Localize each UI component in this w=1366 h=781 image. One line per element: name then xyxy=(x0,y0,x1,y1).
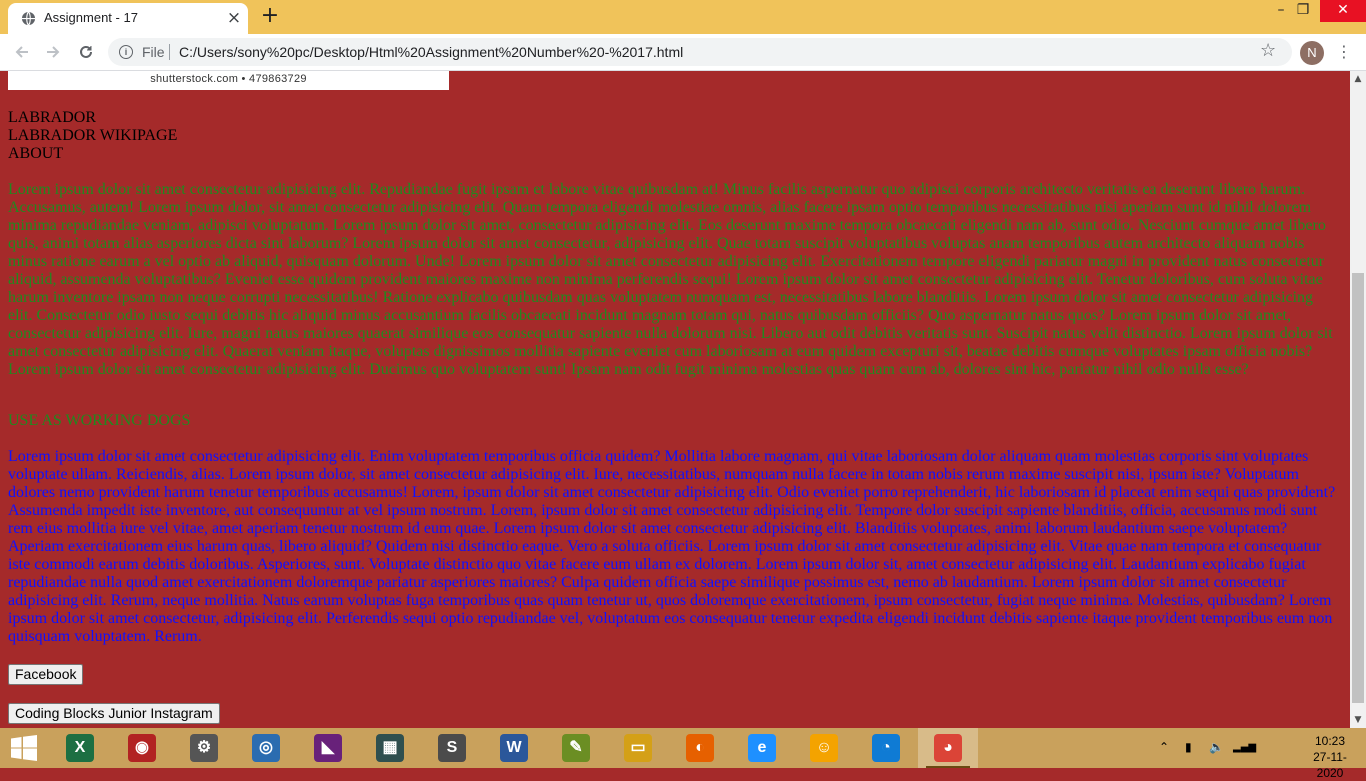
reload-icon xyxy=(80,45,92,58)
taskbar-app[interactable]: W xyxy=(484,728,544,768)
paint-icon: ✎ xyxy=(562,734,590,762)
star-icon[interactable]: ☆ xyxy=(1260,40,1276,61)
volume-icon[interactable]: 🔈 xyxy=(1209,740,1224,754)
taskbar-app[interactable]: ⚙ xyxy=(174,728,234,768)
tab-close-icon[interactable]: × xyxy=(224,8,244,28)
maximize-button[interactable]: ❐ xyxy=(1281,0,1325,22)
page-content: LABRADOR LABRADOR WIKIPAGE ABOUT Lorem i… xyxy=(8,109,1338,724)
taskbar-app[interactable]: X xyxy=(50,728,110,768)
browser-toolbar: i File C:/Users/sony%20pc/Desktop/Html%2… xyxy=(0,34,1366,71)
profile-avatar[interactable]: N xyxy=(1300,41,1324,65)
taskbar-app[interactable]: e xyxy=(732,728,792,768)
url-text[interactable]: C:/Users/sony%20pc/Desktop/Html%20Assign… xyxy=(179,44,683,60)
windows-logo-icon xyxy=(11,735,37,761)
taskbar-app[interactable]: ◐ xyxy=(670,728,730,768)
image-caption: shutterstock.com • 479863729 xyxy=(150,73,307,85)
new-tab-button[interactable]: + xyxy=(258,4,282,28)
working-dogs-paragraph: Lorem ipsum dolor sit amet consectetur a… xyxy=(8,448,1336,645)
scratch-icon: ☺ xyxy=(810,734,838,762)
windows-taskbar: X ◉ ⚙ ◎ ◣ ▦ S W ✎ ▭ ◐ e ☺ ◔ ◕ ⌃ ▮ 🔈 ▂▄▆ 10:23 27-11-20… xyxy=(0,728,1366,780)
globe-icon xyxy=(21,11,36,26)
taskbar-app[interactable]: ▭ xyxy=(608,728,668,768)
internet-explorer-icon: e xyxy=(748,734,776,762)
kebab-menu-icon[interactable]: ⋮ xyxy=(1336,40,1352,64)
clock-date: 27-11-2020 xyxy=(1313,750,1347,780)
info-icon[interactable]: i xyxy=(119,45,133,59)
nav-link-about[interactable]: ABOUT xyxy=(8,145,1338,163)
tab-strip: Assignment - 17 × + – ❐ ✕ xyxy=(0,0,1366,34)
taskbar-app[interactable]: ◕ xyxy=(918,728,978,768)
battery-icon[interactable]: ▮ xyxy=(1185,740,1192,754)
taskbar-app[interactable]: S xyxy=(422,728,482,768)
video-icon: ▦ xyxy=(376,734,404,762)
scheme-label: File xyxy=(142,44,165,60)
image-caption-strip: shutterstock.com • 479863729 xyxy=(8,71,449,90)
word-icon: W xyxy=(500,734,528,762)
system-tray: ⌃ ▮ 🔈 ▂▄▆ xyxy=(1155,728,1295,768)
nav-link-labrador[interactable]: LABRADOR xyxy=(8,109,1338,127)
taskbar-app[interactable]: ◔ xyxy=(856,728,916,768)
nav-link-wikipage[interactable]: LABRADOR WIKIPAGE xyxy=(8,127,1338,145)
clock-time: 10:23 xyxy=(1314,734,1346,748)
arrow-left-icon xyxy=(15,46,28,58)
network-icon[interactable]: ▂▄▆ xyxy=(1233,742,1256,753)
taskbar-app[interactable]: ☺ xyxy=(794,728,854,768)
taskbar-app[interactable]: ▦ xyxy=(360,728,420,768)
address-bar[interactable]: i File C:/Users/sony%20pc/Desktop/Html%2… xyxy=(108,38,1292,66)
window-close-button[interactable]: ✕ xyxy=(1320,0,1366,22)
scroll-up-icon[interactable]: ▲ xyxy=(1350,71,1366,87)
taskbar-app[interactable]: ◉ xyxy=(112,728,172,768)
nav-links: LABRADOR LABRADOR WIKIPAGE ABOUT xyxy=(8,109,1338,163)
recorder-icon: ◉ xyxy=(128,734,156,762)
scroll-down-icon[interactable]: ▼ xyxy=(1350,712,1366,728)
working-dogs-heading: USE AS WORKING DOGS xyxy=(8,412,191,429)
browser-tab[interactable]: Assignment - 17 × xyxy=(8,3,248,34)
tab-title: Assignment - 17 xyxy=(44,10,138,25)
scrollbar-thumb[interactable] xyxy=(1352,273,1364,703)
taskbar-app[interactable]: ✎ xyxy=(546,728,606,768)
forward-button[interactable] xyxy=(41,40,65,64)
edge-icon: ◔ xyxy=(872,734,900,762)
disc-icon: ◎ xyxy=(252,734,280,762)
page-viewport: shutterstock.com • 479863729 LABRADOR LA… xyxy=(0,71,1350,728)
sublime-icon: S xyxy=(438,734,466,762)
file-explorer-icon: ▭ xyxy=(624,734,652,762)
facebook-button[interactable]: Facebook xyxy=(8,664,84,685)
back-button[interactable] xyxy=(10,40,34,64)
start-button[interactable] xyxy=(0,728,48,768)
firefox-icon: ◐ xyxy=(686,734,714,762)
instagram-button[interactable]: Coding Blocks Junior Instagram xyxy=(8,703,220,724)
excel-icon: X xyxy=(66,734,94,762)
chrome-icon: ◕ xyxy=(934,734,962,762)
visual-studio-icon: ◣ xyxy=(314,734,342,762)
tray-chevron-icon[interactable]: ⌃ xyxy=(1159,740,1169,754)
reload-button[interactable] xyxy=(74,40,98,64)
address-separator xyxy=(169,44,170,60)
taskbar-app[interactable]: ◣ xyxy=(298,728,358,768)
scanner-icon: ⚙ xyxy=(190,734,218,762)
about-paragraph: Lorem ipsum dolor sit amet consectetur a… xyxy=(8,181,1333,378)
arrow-right-icon xyxy=(47,46,60,58)
taskbar-clock[interactable]: 10:23 27-11-2020 xyxy=(1300,733,1360,781)
vertical-scrollbar[interactable]: ▲ ▼ xyxy=(1350,71,1366,728)
taskbar-app[interactable]: ◎ xyxy=(236,728,296,768)
